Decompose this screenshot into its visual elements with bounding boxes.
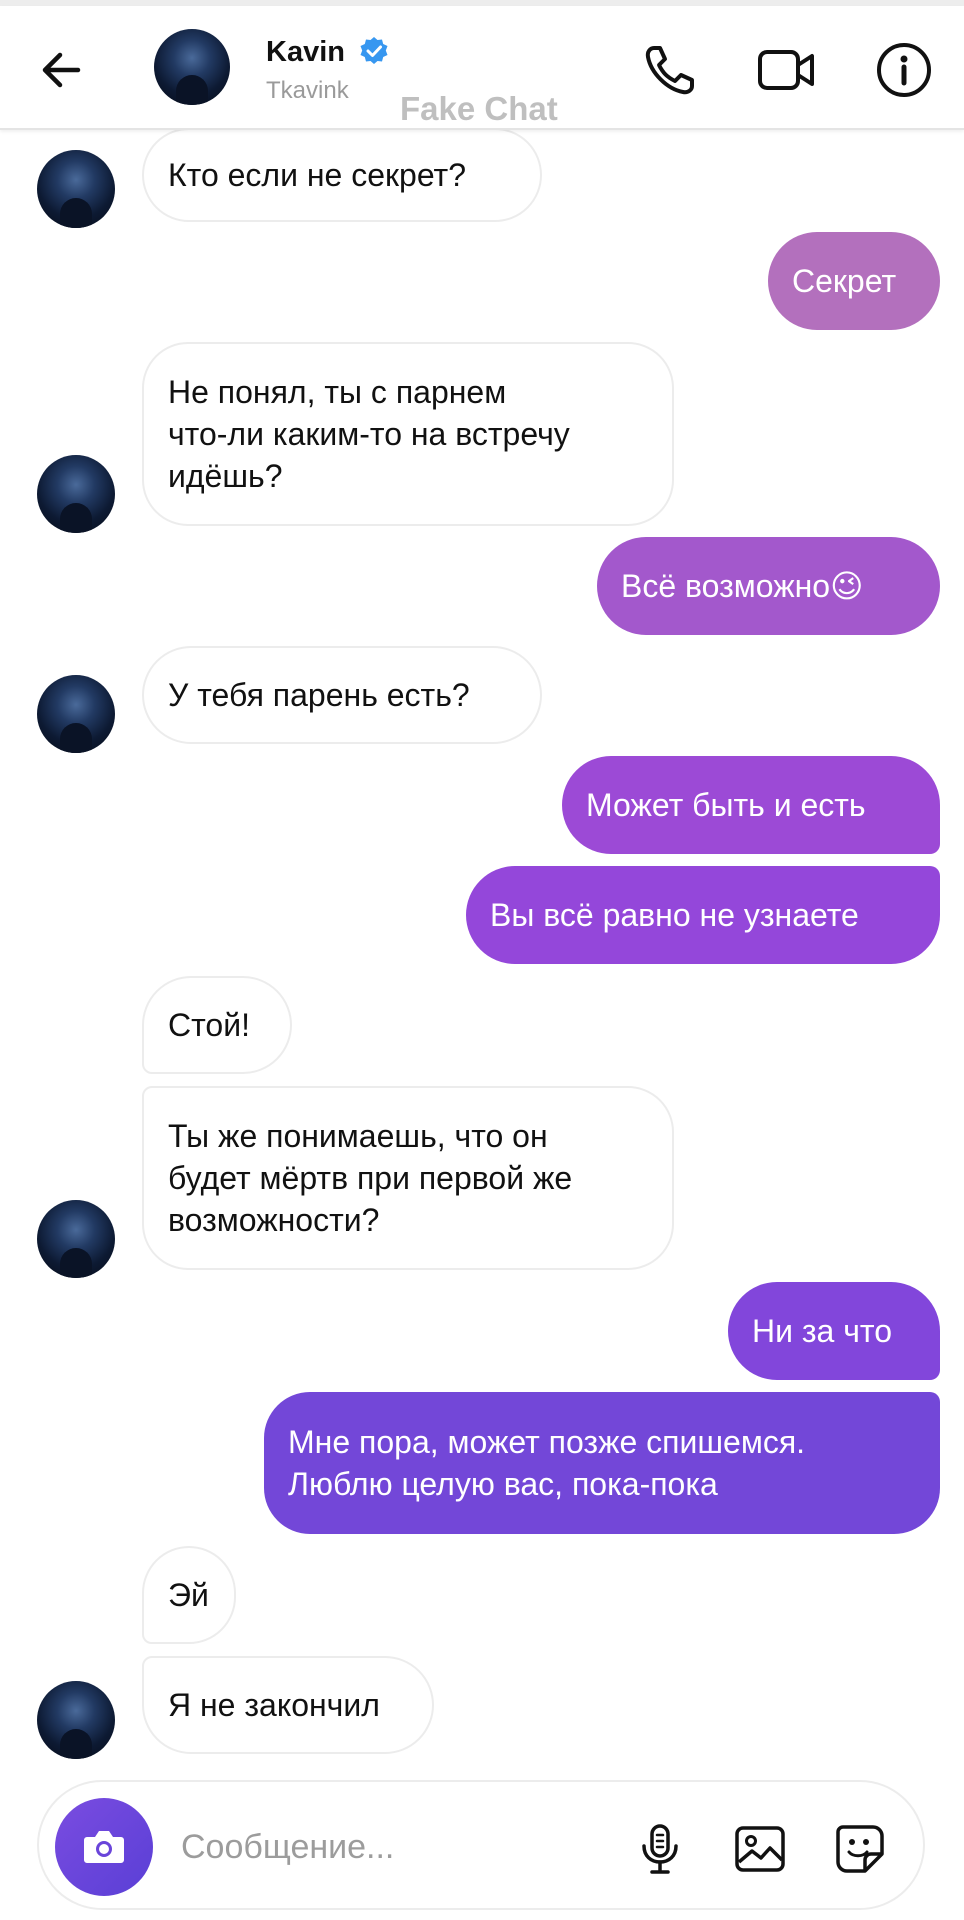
microphone-icon [642,1824,678,1874]
video-call-button[interactable] [756,40,816,100]
message-list: Кто если не секрет? Секрет Не понял, ты … [0,0,964,1920]
contact-avatar[interactable] [37,675,115,753]
contact-avatar[interactable] [37,150,115,228]
message-incoming[interactable]: Ты же понимаешь, что он будет мёртв при … [142,1086,674,1270]
chat-header: Kavin Tkavink Fake Chat [0,6,964,130]
sticker-button[interactable] [833,1822,887,1876]
message-input[interactable] [179,1816,483,1878]
message-outgoing[interactable]: Может быть и есть [562,756,940,854]
message-outgoing[interactable]: Всё возможно😉 [597,537,940,635]
header-avatar[interactable] [154,29,230,105]
camera-button[interactable] [55,1798,153,1896]
back-button[interactable] [34,42,90,98]
contact-avatar[interactable] [37,1681,115,1759]
call-button[interactable] [640,40,700,100]
info-icon [877,43,931,97]
message-incoming[interactable]: Не понял, ты с парнем что-ли каким-то на… [142,342,674,526]
message-outgoing[interactable]: Мне пора, может позже спишемся. Люблю це… [264,1392,940,1534]
message-outgoing[interactable]: Секрет [768,232,940,330]
message-incoming[interactable]: Я не закончил [142,1656,434,1754]
contact-avatar[interactable] [37,455,115,533]
camera-icon [84,1831,124,1863]
info-button[interactable] [874,40,934,100]
image-icon [735,1826,785,1872]
message-composer [37,1780,925,1910]
verified-badge-icon [360,37,388,64]
phone-icon [645,46,694,95]
contact-username: Tkavink [266,77,349,104]
message-outgoing[interactable]: Вы всё равно не узнаете [466,866,940,964]
sticker-icon [836,1825,884,1873]
contact-avatar[interactable] [37,1200,115,1278]
message-outgoing[interactable]: Ни за что [728,1282,940,1380]
voice-message-button[interactable] [633,1822,687,1876]
video-camera-icon [758,50,814,90]
watermark-text: Fake Chat [400,90,558,127]
message-incoming[interactable]: Эй [142,1546,236,1644]
contact-name[interactable]: Kavin [266,36,345,69]
message-incoming[interactable]: Кто если не секрет? [142,128,542,222]
back-arrow-icon [42,52,81,88]
message-incoming[interactable]: Стой! [142,976,292,1074]
gallery-button[interactable] [733,1822,787,1876]
message-incoming[interactable]: У тебя парень есть? [142,646,542,744]
